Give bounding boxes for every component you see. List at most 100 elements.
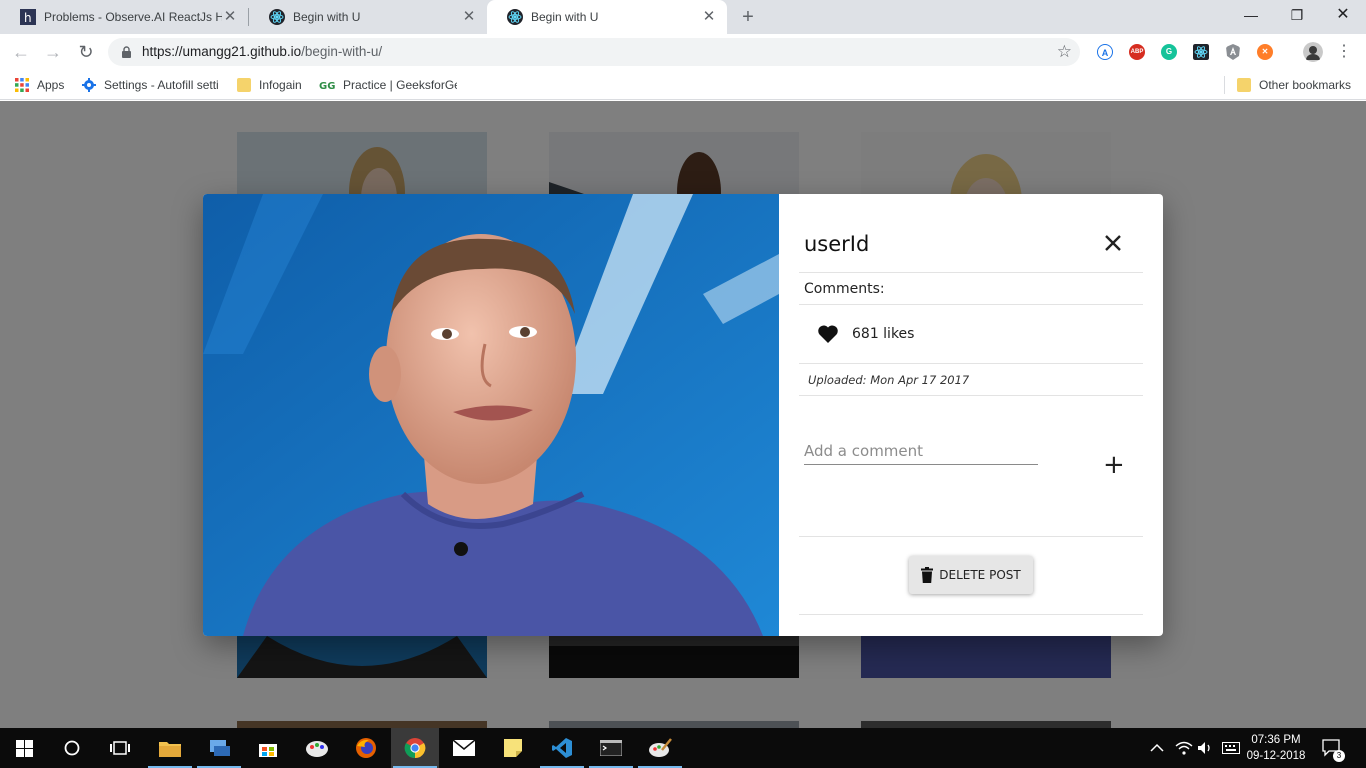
firefox-button[interactable] <box>342 728 390 768</box>
translate-extension-icon[interactable]: A <box>1097 44 1113 60</box>
file-explorer-button[interactable] <box>146 728 194 768</box>
react-devtools-icon[interactable] <box>1193 44 1209 60</box>
minimize-button[interactable]: — <box>1228 0 1274 30</box>
divider <box>799 536 1143 537</box>
profile-avatar[interactable] <box>1303 42 1323 62</box>
hackerearth-icon: h <box>20 9 36 25</box>
angular-devtools-icon[interactable] <box>1225 44 1241 60</box>
reload-button[interactable]: ↻ <box>73 39 99 65</box>
tab-strip: h Problems - Observe.AI ReactJs Hiring ✕… <box>0 0 1366 34</box>
bookmark-star-icon[interactable]: ☆ <box>1057 42 1072 62</box>
network-app-button[interactable] <box>195 728 243 768</box>
start-button[interactable] <box>0 728 48 768</box>
bookmark-infogain[interactable]: Infogain <box>237 76 302 94</box>
cortana-circle-icon <box>64 740 80 756</box>
speaker-icon <box>1198 742 1210 754</box>
bookmark-autofill-settings[interactable]: Settings - Autofill settings <box>82 76 218 94</box>
bookmark-label: Practice | GeeksforGeeks <box>343 78 457 92</box>
divider <box>799 614 1143 615</box>
folder-icon <box>159 742 181 757</box>
paint-app-open-button[interactable] <box>636 728 684 768</box>
folder-icon <box>1237 78 1251 92</box>
clock-date: 09-12-2018 <box>1246 750 1306 762</box>
terminal-icon <box>600 740 622 756</box>
divider <box>799 395 1143 396</box>
bookmark-geeksforgeeks[interactable]: GG Practice | GeeksforGeeks <box>319 76 457 94</box>
back-button[interactable]: ← <box>8 39 34 65</box>
store-bag-icon <box>259 744 277 757</box>
add-comment-plus-icon[interactable]: + <box>1103 452 1125 478</box>
windows-logo-icon <box>15 739 33 757</box>
firefox-icon <box>356 738 376 758</box>
divider <box>799 304 1143 305</box>
adblock-plus-icon[interactable]: ABP <box>1129 44 1145 60</box>
vscode-button[interactable] <box>538 728 586 768</box>
chrome-button[interactable] <box>391 728 439 768</box>
close-icon[interactable]: ✕ <box>461 9 477 25</box>
bookmark-label: Other bookmarks <box>1259 78 1352 92</box>
folder-icon <box>237 78 251 92</box>
sticky-notes-button[interactable] <box>489 728 537 768</box>
restore-button[interactable]: ❐ <box>1274 0 1320 30</box>
lock-icon <box>122 46 131 58</box>
bookmark-other-bookmarks[interactable]: Other bookmarks <box>1237 76 1351 94</box>
extension-orange-icon[interactable]: ✕ <box>1257 44 1273 60</box>
bookmarks-divider <box>1224 76 1225 94</box>
close-icon[interactable]: ✕ <box>222 9 238 25</box>
mail-button[interactable] <box>440 728 488 768</box>
post-detail-dialog: userId Comments: 681 likes Uploaded: Mon… <box>203 194 1163 636</box>
close-window-button[interactable]: ✕ <box>1320 0 1366 30</box>
react-icon <box>507 9 523 25</box>
notification-count-badge: 3 <box>1333 750 1345 762</box>
tab-begin-with-u[interactable]: Begin with U ✕ <box>249 0 487 34</box>
tab-title: Problems - Observe.AI ReactJs Hiring <box>44 10 222 24</box>
keyboard-status[interactable] <box>1222 728 1240 768</box>
post-username: userId <box>804 232 870 256</box>
palette-icon <box>306 741 328 757</box>
post-detail-panel: userId Comments: 681 likes Uploaded: Mon… <box>779 194 1163 636</box>
tab-begin-with-u-active[interactable]: Begin with U ✕ <box>487 0 727 34</box>
grammarly-icon[interactable]: G <box>1161 44 1177 60</box>
divider <box>799 363 1143 364</box>
tab-problems[interactable]: h Problems - Observe.AI ReactJs Hiring ✕ <box>0 0 248 34</box>
gear-icon <box>82 78 96 92</box>
show-hidden-icons-button[interactable] <box>1150 728 1164 768</box>
bookmark-apps[interactable]: Apps <box>15 76 64 94</box>
new-tab-button[interactable]: + <box>737 7 759 29</box>
chrome-menu-icon[interactable]: ⋮ <box>1331 39 1357 65</box>
volume-control[interactable] <box>1198 728 1214 768</box>
close-icon[interactable]: ✕ <box>701 9 717 25</box>
url-host: https://umangg21.github.io <box>142 44 302 59</box>
divider <box>799 272 1143 273</box>
action-center-button[interactable]: 3 <box>1322 728 1345 768</box>
delete-post-button[interactable]: DELETE POST <box>909 556 1033 594</box>
svg-text:GG: GG <box>319 81 335 92</box>
url-path: /begin-with-u/ <box>301 44 383 59</box>
task-view-button[interactable] <box>96 728 144 768</box>
comments-label: Comments: <box>804 281 885 297</box>
address-bar[interactable]: https://umangg21.github.io/begin-with-u/… <box>108 38 1080 66</box>
paint-app-button[interactable] <box>293 728 341 768</box>
gfg-icon: GG <box>319 81 335 92</box>
store-button[interactable] <box>244 728 292 768</box>
wifi-status[interactable] <box>1175 728 1193 768</box>
cortana-button[interactable] <box>48 728 96 768</box>
bookmark-label: Apps <box>37 78 65 92</box>
tab-title: Begin with U <box>293 10 361 24</box>
keyboard-icon <box>1222 742 1240 754</box>
windows-taskbar: 07:36 PM 09-12-2018 3 <box>0 728 1366 768</box>
comment-input[interactable] <box>804 438 1038 465</box>
clock-time: 07:36 PM <box>1251 734 1301 746</box>
bookmark-label: Infogain <box>259 78 302 92</box>
browser-toolbar: ← → ↻ https://umangg21.github.io/begin-w… <box>0 34 1366 70</box>
forward-button[interactable]: → <box>40 39 66 65</box>
close-icon[interactable] <box>1102 232 1124 254</box>
trash-icon <box>921 567 934 583</box>
terminal-button[interactable] <box>587 728 635 768</box>
vscode-icon <box>552 738 572 758</box>
apps-grid-icon <box>15 78 29 92</box>
system-clock[interactable]: 07:36 PM 09-12-2018 <box>1246 732 1306 764</box>
bookmark-label: Settings - Autofill settings <box>104 78 218 92</box>
chevron-up-icon <box>1150 743 1164 752</box>
heart-icon[interactable] <box>817 324 839 344</box>
